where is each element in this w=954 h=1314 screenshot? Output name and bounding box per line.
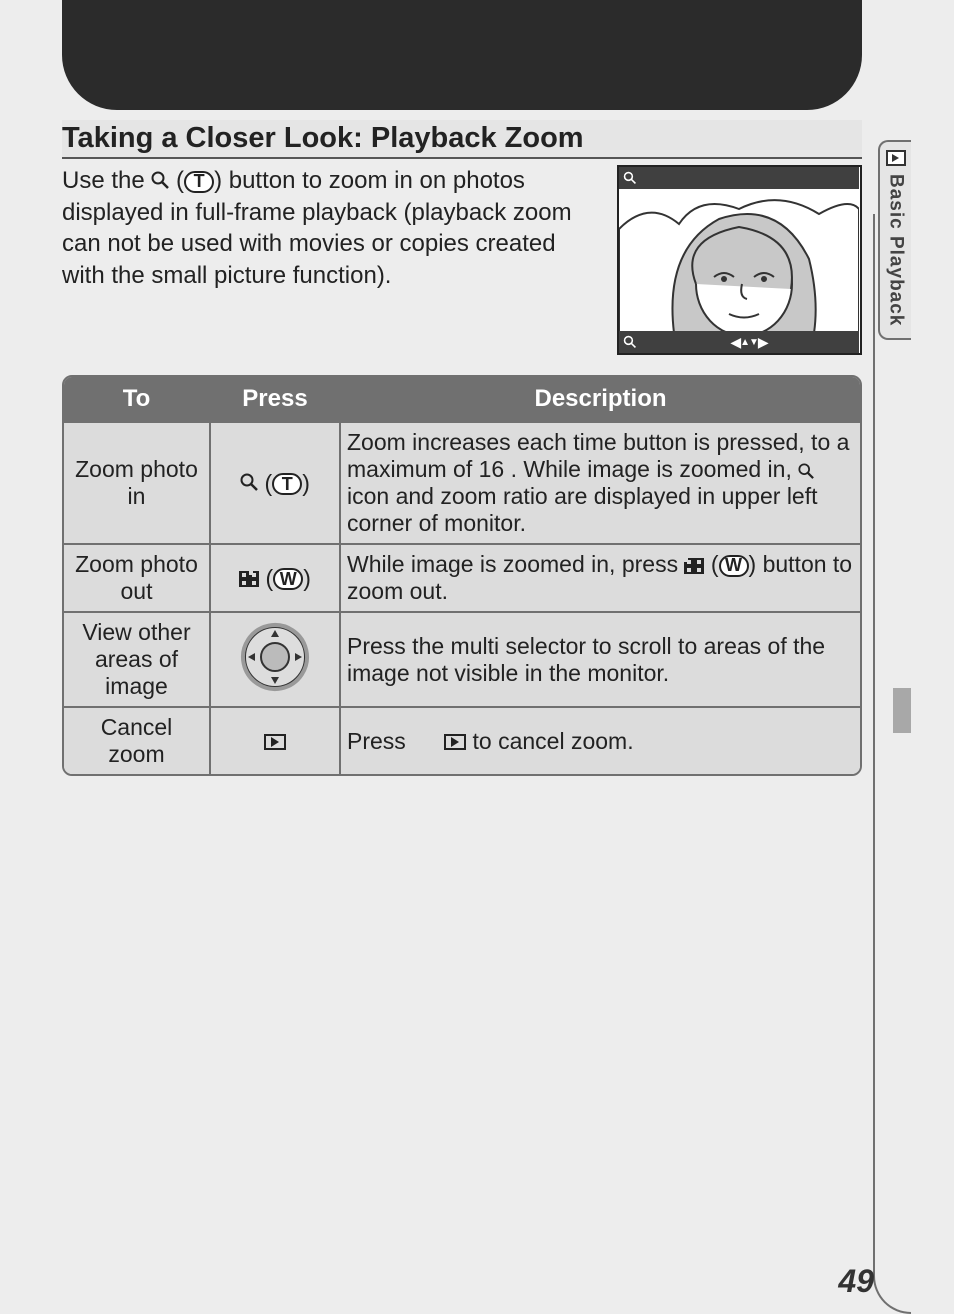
header-dark-block xyxy=(62,0,862,110)
playback-icon xyxy=(886,150,906,166)
table-row: Zoom photo out (W) While image is zoomed… xyxy=(64,543,860,611)
thumbnail-icon xyxy=(684,558,704,574)
magnifier-icon xyxy=(623,335,637,349)
t-button-icon: T xyxy=(184,171,214,193)
section-title: Taking a Closer Look: Playback Zoom xyxy=(62,120,862,159)
intro-row: Use the (T) button to zoom in on photos … xyxy=(62,165,862,355)
cell-to: View other areas of image xyxy=(64,611,209,706)
lcd-bottom-bar: ◀▲▼▶ xyxy=(619,331,859,353)
intro-mid: ( xyxy=(169,167,184,194)
intro-text: Use the (T) button to zoom in on photos … xyxy=(62,165,593,355)
header-description: Description xyxy=(339,377,860,421)
controls-table: To Press Description Zoom photo in (T) Z… xyxy=(62,375,862,776)
cell-press xyxy=(209,706,339,774)
magnifier-icon xyxy=(623,171,637,185)
main-content: Taking a Closer Look: Playback Zoom Use … xyxy=(62,120,862,776)
multi-selector-icon xyxy=(240,622,310,692)
cell-press xyxy=(209,611,339,706)
w-button-icon: W xyxy=(273,568,303,590)
magnifier-icon xyxy=(798,463,814,479)
w-button-icon: W xyxy=(719,555,749,577)
lcd-illustration: ◀▲▼▶ xyxy=(617,165,862,355)
face-illustration xyxy=(619,189,859,333)
cell-description: Press to cancel zoom. xyxy=(339,706,860,774)
page-curve xyxy=(873,214,911,1314)
thumbnail-icon xyxy=(239,571,259,587)
lcd-top-bar xyxy=(619,167,859,189)
nav-arrows-icon: ◀▲▼▶ xyxy=(730,334,767,351)
table-row: View other areas of image Press the mult… xyxy=(64,611,860,706)
magnifier-icon xyxy=(151,166,169,197)
cell-description: Press the multi selector to scroll to ar… xyxy=(339,611,860,706)
playback-icon xyxy=(264,734,286,750)
cell-to: Cancel zoom xyxy=(64,706,209,774)
cell-description: While image is zoomed in, press (W) butt… xyxy=(339,543,860,611)
table-row: Cancel zoom Press to cancel zoom. xyxy=(64,706,860,774)
cell-press: (T) xyxy=(209,421,339,543)
playback-icon xyxy=(444,734,466,750)
cell-press: (W) xyxy=(209,543,339,611)
cell-to: Zoom photo out xyxy=(64,543,209,611)
header-press: Press xyxy=(209,377,339,421)
cell-to: Zoom photo in xyxy=(64,421,209,543)
t-button-icon: T xyxy=(272,473,302,495)
table-header-row: To Press Description xyxy=(64,377,860,421)
magnifier-icon xyxy=(240,473,258,491)
table-row: Zoom photo in (T) Zoom increases each ti… xyxy=(64,421,860,543)
cell-description: Zoom increases each time button is press… xyxy=(339,421,860,543)
header-to: To xyxy=(64,377,209,421)
page-number: 49 xyxy=(838,1263,874,1300)
intro-prefix: Use the xyxy=(62,167,151,194)
